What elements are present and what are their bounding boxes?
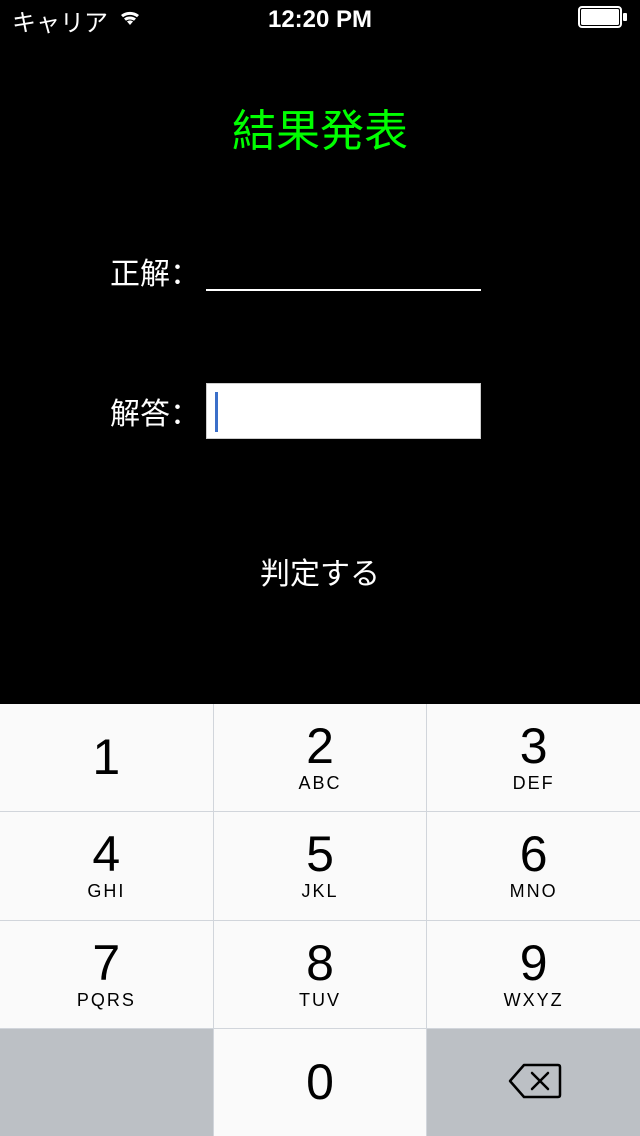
key-1[interactable]: 1 [0, 704, 213, 811]
carrier-label: キャリア [12, 3, 108, 38]
key-digit: 4 [92, 829, 120, 879]
key-letters: WXYZ [504, 990, 564, 1011]
numeric-keypad: 1 2 ABC 3 DEF 4 GHI 5 JKL 6 MNO 7 PQRS 8… [0, 704, 640, 1136]
key-9[interactable]: 9 WXYZ [427, 921, 640, 1028]
key-7[interactable]: 7 PQRS [0, 921, 213, 1028]
key-letters: GHI [87, 881, 125, 902]
key-letters: MNO [510, 881, 558, 902]
key-letters: TUV [299, 990, 341, 1011]
key-digit: 6 [520, 829, 548, 879]
battery-icon [578, 7, 628, 34]
key-digit: 0 [306, 1057, 334, 1107]
content-area: 結果発表 正解： 解答： 判定する [0, 95, 640, 593]
backspace-icon [506, 1061, 562, 1104]
correct-value-field [206, 251, 481, 291]
correct-label: 正解： [110, 249, 200, 293]
key-digit: 3 [520, 721, 548, 771]
key-letters: DEF [513, 773, 555, 794]
key-6[interactable]: 6 MNO [427, 812, 640, 919]
correct-row: 正解： [110, 249, 640, 293]
key-4[interactable]: 4 GHI [0, 812, 213, 919]
key-digit: 7 [92, 938, 120, 988]
key-3[interactable]: 3 DEF [427, 704, 640, 811]
key-digit: 8 [306, 938, 334, 988]
judge-button[interactable]: 判定する [260, 549, 380, 593]
key-digit: 2 [306, 721, 334, 771]
wifi-icon [116, 6, 144, 34]
key-8[interactable]: 8 TUV [214, 921, 427, 1028]
status-left: キャリア [12, 3, 144, 38]
answer-input[interactable] [206, 383, 481, 439]
key-letters: PQRS [77, 990, 136, 1011]
key-0[interactable]: 0 [214, 1029, 427, 1136]
status-bar: キャリア 12:20 PM [0, 0, 640, 40]
key-empty [0, 1029, 213, 1136]
key-letters: JKL [301, 881, 338, 902]
page-title: 結果発表 [0, 95, 640, 159]
key-digit: 1 [92, 732, 120, 782]
answer-row: 解答： [110, 383, 640, 439]
text-cursor [215, 392, 218, 432]
answer-label: 解答： [110, 389, 200, 433]
key-backspace[interactable] [427, 1029, 640, 1136]
key-letters: ABC [298, 773, 341, 794]
key-2[interactable]: 2 ABC [214, 704, 427, 811]
status-time: 12:20 PM [268, 6, 372, 34]
key-digit: 5 [306, 829, 334, 879]
status-right [578, 6, 628, 35]
key-digit: 9 [520, 938, 548, 988]
key-5[interactable]: 5 JKL [214, 812, 427, 919]
